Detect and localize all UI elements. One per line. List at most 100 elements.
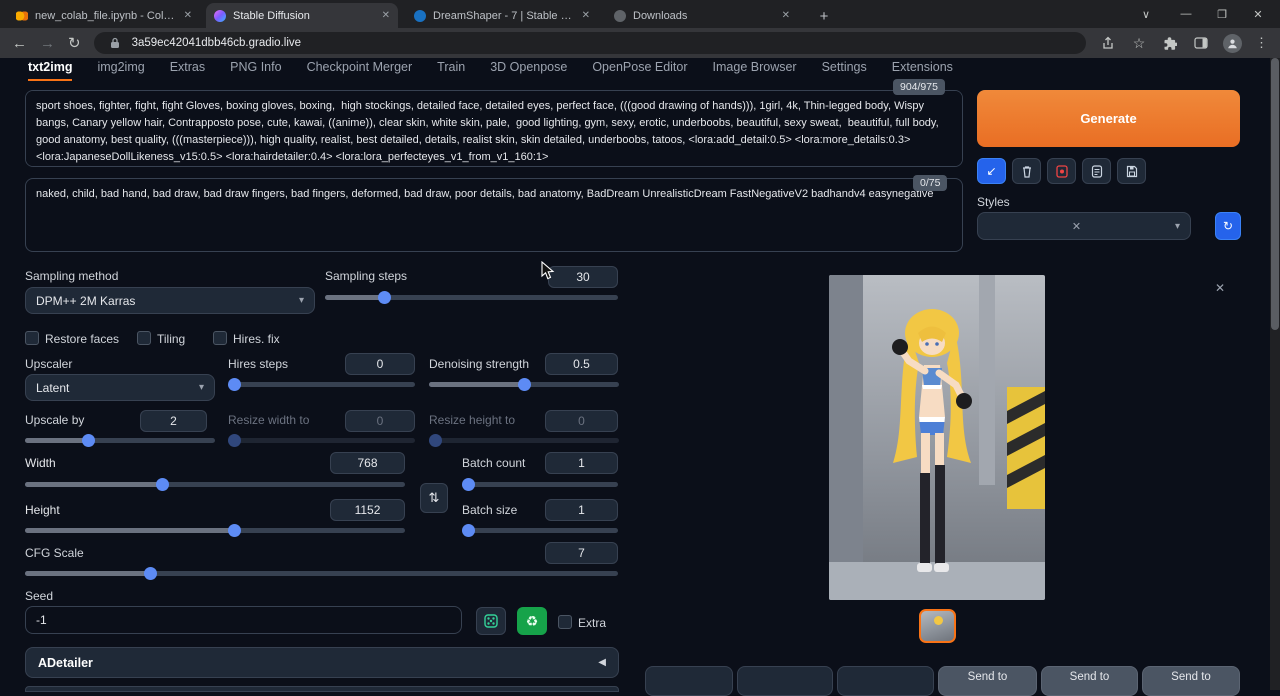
new-tab-button[interactable]: +: [812, 4, 836, 28]
width-value[interactable]: 768: [330, 452, 405, 474]
negative-prompt-input[interactable]: naked, child, bad hand, bad draw, bad dr…: [25, 178, 963, 252]
gallery-thumbnail-selected[interactable]: [919, 609, 956, 643]
tab-image-browser[interactable]: Image Browser: [713, 60, 797, 81]
profile-avatar[interactable]: [1223, 34, 1242, 53]
tab-extras[interactable]: Extras: [170, 60, 205, 81]
tab-txt2img[interactable]: txt2img: [28, 60, 72, 81]
restore-faces-checkbox[interactable]: [25, 331, 39, 345]
reuse-seed-button[interactable]: ♻: [517, 607, 547, 635]
hires-steps-slider[interactable]: [228, 378, 415, 391]
minimize-button[interactable]: —: [1168, 0, 1204, 28]
tiling-checkbox[interactable]: [137, 331, 151, 345]
sampling-steps-slider[interactable]: [325, 291, 618, 304]
tab-close-icon[interactable]: ✕: [582, 10, 590, 21]
browser-tab-downloads[interactable]: Downloads ✕: [606, 3, 798, 28]
sampling-steps-value[interactable]: 30: [548, 266, 618, 288]
side-panel-icon[interactable]: [1192, 34, 1210, 52]
scrollbar-thumb[interactable]: [1271, 58, 1279, 330]
tab-openpose-editor[interactable]: OpenPose Editor: [592, 60, 687, 81]
tab-settings[interactable]: Settings: [822, 60, 867, 81]
generated-image-preview[interactable]: [829, 275, 1045, 600]
upscale-by-slider[interactable]: [25, 434, 215, 447]
slider-handle[interactable]: [462, 524, 475, 537]
tab-img2img[interactable]: img2img: [97, 60, 144, 81]
cfg-scale-slider[interactable]: [25, 567, 618, 580]
close-image-button[interactable]: ✕: [1212, 280, 1228, 296]
slider-track: [429, 438, 619, 443]
slider-handle[interactable]: [82, 434, 95, 447]
browser-tab-stable-diffusion[interactable]: Stable Diffusion ✕: [206, 3, 398, 28]
browser-menu-icon[interactable]: ⋮: [1255, 35, 1268, 51]
dice-icon: [484, 614, 498, 628]
width-slider[interactable]: [25, 478, 405, 491]
seed-input[interactable]: -1: [25, 606, 462, 634]
tab-close-icon[interactable]: ✕: [382, 10, 390, 21]
height-slider[interactable]: [25, 524, 405, 537]
clear-styles-icon[interactable]: ✕: [1072, 220, 1081, 233]
hires-fix-checkbox[interactable]: [213, 331, 227, 345]
batch-count-label: Batch count: [462, 456, 525, 470]
denoising-strength-value[interactable]: 0.5: [545, 353, 618, 375]
paste-generation-params-button[interactable]: ↙: [977, 158, 1006, 184]
forward-icon[interactable]: →: [40, 36, 55, 51]
extra-networks-button[interactable]: [1047, 158, 1076, 184]
batch-size-value[interactable]: 1: [545, 499, 618, 521]
browser-tab-dreamshaper[interactable]: DreamShaper - 7 | Stable Diffusi ✕: [406, 3, 598, 28]
save-style-button[interactable]: [1117, 158, 1146, 184]
slider-handle[interactable]: [228, 524, 241, 537]
batch-size-slider[interactable]: [462, 524, 618, 537]
send-to-inpaint-button[interactable]: Send to: [1041, 666, 1138, 696]
sampling-method-dropdown[interactable]: DPM++ 2M Karras ▾: [25, 287, 315, 314]
swap-width-height-button[interactable]: ⇅: [420, 483, 448, 513]
downloads-favicon: [614, 10, 626, 22]
tab-extensions[interactable]: Extensions: [892, 60, 953, 81]
bookmark-star-icon[interactable]: ☆: [1130, 34, 1148, 52]
denoising-strength-slider[interactable]: [429, 378, 619, 391]
tab-3d-openpose[interactable]: 3D Openpose: [490, 60, 567, 81]
send-to-img2img-button[interactable]: Send to: [938, 666, 1037, 696]
tab-train[interactable]: Train: [437, 60, 465, 81]
extensions-puzzle-icon[interactable]: [1161, 34, 1179, 52]
height-value[interactable]: 1152: [330, 499, 405, 521]
slider-handle[interactable]: [228, 378, 241, 391]
slider-handle[interactable]: [518, 378, 531, 391]
upscaler-dropdown[interactable]: Latent ▾: [25, 374, 215, 401]
apply-styles-button[interactable]: [1082, 158, 1111, 184]
tab-close-icon[interactable]: ✕: [782, 10, 790, 21]
resize-height-label: Resize height to: [429, 413, 515, 427]
slider-handle[interactable]: [462, 478, 475, 491]
batch-count-slider[interactable]: [462, 478, 618, 491]
browser-tab-colab[interactable]: new_colab_file.ipynb - Colaborat ✕: [8, 3, 200, 28]
back-icon[interactable]: ←: [12, 36, 27, 51]
maximize-button[interactable]: ❐: [1204, 0, 1240, 28]
tab-png-info[interactable]: PNG Info: [230, 60, 281, 81]
reload-icon[interactable]: ↻: [68, 36, 81, 51]
extra-seed-label: Extra: [578, 616, 606, 630]
styles-dropdown[interactable]: ✕ ▾: [977, 212, 1191, 240]
tab-checkpoint-merger[interactable]: Checkpoint Merger: [307, 60, 413, 81]
refresh-styles-button[interactable]: ↻: [1215, 212, 1241, 240]
slider-handle[interactable]: [378, 291, 391, 304]
batch-count-value[interactable]: 1: [545, 452, 618, 474]
slider-handle[interactable]: [144, 567, 157, 580]
extra-seed-checkbox[interactable]: [558, 615, 572, 629]
tab-search-chevron-icon[interactable]: ∨: [1128, 0, 1164, 28]
zip-image-button[interactable]: [837, 666, 934, 696]
window-close-button[interactable]: ✕: [1240, 0, 1276, 28]
share-icon[interactable]: [1099, 34, 1117, 52]
seed-label: Seed: [25, 589, 53, 603]
random-seed-button[interactable]: [476, 607, 506, 635]
clear-prompt-button[interactable]: [1012, 158, 1041, 184]
cfg-scale-value[interactable]: 7: [545, 542, 618, 564]
send-to-extras-button[interactable]: Send to: [1142, 666, 1240, 696]
slider-handle[interactable]: [156, 478, 169, 491]
upscale-by-value[interactable]: 2: [140, 410, 207, 432]
open-folder-button[interactable]: [645, 666, 733, 696]
save-image-button[interactable]: [737, 666, 833, 696]
generate-button[interactable]: Generate: [977, 90, 1240, 147]
address-bar[interactable]: 3a59ec42041dbb46cb.gradio.live: [94, 32, 1086, 54]
adetailer-accordion[interactable]: ADetailer ◀: [25, 647, 619, 678]
prompt-input[interactable]: sport shoes, fighter, fight, fight Glove…: [25, 90, 963, 167]
hires-steps-value[interactable]: 0: [345, 353, 415, 375]
tab-close-icon[interactable]: ✕: [184, 10, 192, 21]
